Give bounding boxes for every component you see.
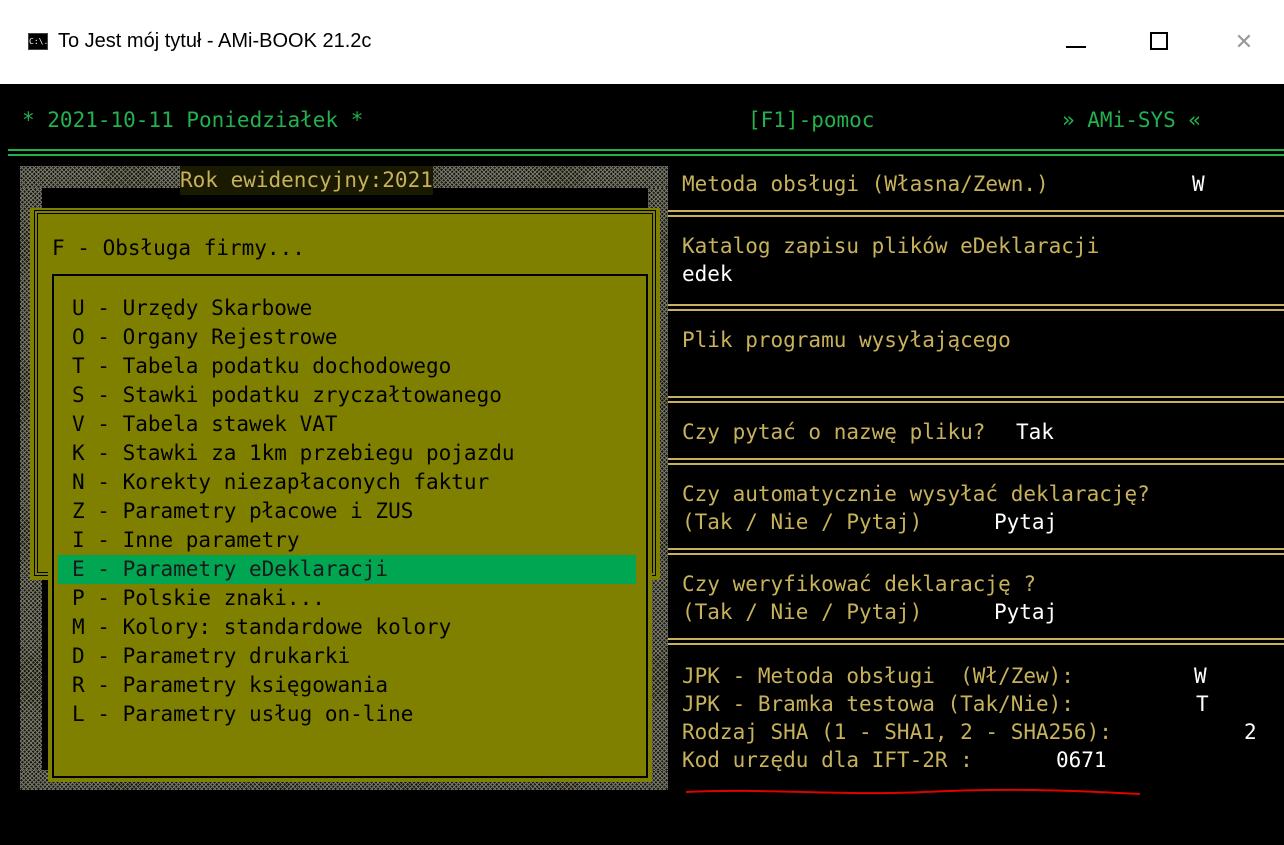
window-title: To Jest mój tytuł - AMi-BOOK 21.2c bbox=[58, 30, 372, 52]
auto-send-label: Czy automatycznie wysyłać deklarację? bbox=[682, 482, 1150, 506]
menu-item[interactable]: U - Urzędy Skarbowe bbox=[58, 294, 312, 323]
help-hint[interactable]: [F1]-pomoc bbox=[748, 106, 874, 135]
close-button[interactable]: ✕ bbox=[1214, 18, 1274, 66]
maximize-icon bbox=[1150, 32, 1168, 50]
sha-label: Rodzaj SHA (1 - SHA1, 2 - SHA256): bbox=[682, 720, 1112, 744]
console-window: C:\. To Jest mój tytuł - AMi-BOOK 21.2c … bbox=[0, 0, 1284, 845]
divider-3 bbox=[668, 396, 1284, 403]
menu-item[interactable]: S - Stawki podatku zryczałtowanego bbox=[58, 381, 502, 410]
header-divider bbox=[8, 149, 1284, 156]
terminal-area: * 2021-10-11 Poniedziałek * [F1]-pomoc »… bbox=[8, 84, 1284, 845]
verify-value[interactable]: Pytaj bbox=[994, 598, 1057, 627]
close-icon: ✕ bbox=[1234, 29, 1254, 54]
menu-item[interactable]: M - Kolory: standardowe kolory bbox=[58, 613, 451, 642]
catalog-label: Katalog zapisu plików eDeklaracji bbox=[682, 234, 1100, 258]
verify-options: (Tak / Nie / Pytaj) bbox=[682, 600, 923, 624]
divider-2 bbox=[668, 304, 1284, 311]
red-underline-annotation bbox=[685, 788, 1141, 795]
title-bar[interactable]: C:\. To Jest mój tytuł - AMi-BOOK 21.2c … bbox=[0, 0, 1284, 84]
auto-send-value[interactable]: Pytaj bbox=[994, 508, 1057, 537]
menu-item[interactable]: N - Korekty niezapłaconych faktur bbox=[58, 468, 489, 497]
method-label: Metoda obsługi (Własna/Zewn.) bbox=[682, 172, 1049, 196]
console-app-icon: C:\. bbox=[28, 33, 48, 50]
minimize-icon bbox=[1066, 46, 1086, 48]
year-label: Rok ewidencyjny:2021 bbox=[180, 166, 433, 195]
divider-4 bbox=[668, 458, 1284, 465]
catalog-value[interactable]: edek bbox=[682, 260, 733, 289]
submenu-title[interactable]: F - Obsługa firmy... bbox=[52, 234, 305, 263]
menu-item[interactable]: T - Tabela podatku dochodowego bbox=[58, 352, 451, 381]
auto-send-options: (Tak / Nie / Pytaj) bbox=[682, 510, 923, 534]
verify-label: Czy weryfikować deklarację ? bbox=[682, 572, 1037, 596]
menu-item[interactable]: E - Parametry eDeklaracji bbox=[58, 555, 636, 584]
sender-label: Plik programu wysyłającego bbox=[682, 328, 1011, 352]
office-code-value[interactable]: 0671 bbox=[1056, 746, 1107, 775]
divider-6 bbox=[668, 638, 1284, 645]
jpk-method-value[interactable]: W bbox=[1194, 662, 1207, 691]
ask-filename-label: Czy pytać o nazwę pliku? bbox=[682, 420, 986, 444]
minimize-button[interactable] bbox=[1046, 18, 1106, 66]
menu-item[interactable]: Z - Parametry płacowe i ZUS bbox=[58, 497, 413, 526]
menu-item[interactable]: R - Parametry księgowania bbox=[58, 671, 388, 700]
office-code-label: Kod urzędu dla IFT-2R : bbox=[682, 748, 973, 772]
ask-filename-value[interactable]: Tak bbox=[1016, 418, 1054, 447]
maximize-button[interactable] bbox=[1130, 18, 1190, 66]
menu-item[interactable]: O - Organy Rejestrowe bbox=[58, 323, 338, 352]
menu-item[interactable]: P - Polskie znaki... bbox=[58, 584, 325, 613]
sha-value[interactable]: 2 bbox=[1244, 718, 1257, 747]
menu-item[interactable]: V - Tabela stawek VAT bbox=[58, 410, 338, 439]
menu-item[interactable]: L - Parametry usług on-line bbox=[58, 700, 413, 729]
menu-item[interactable]: D - Parametry drukarki bbox=[58, 642, 350, 671]
header-date: * 2021-10-11 Poniedziałek * bbox=[22, 108, 364, 132]
menu-item[interactable]: I - Inne parametry bbox=[58, 526, 300, 555]
jpk-method-label: JPK - Metoda obsługi (Wł/Zew): bbox=[682, 664, 1074, 688]
menu-item[interactable]: K - Stawki za 1km przebiegu pojazdu bbox=[58, 439, 515, 468]
divider-5 bbox=[668, 548, 1284, 555]
jpk-gate-value[interactable]: T bbox=[1196, 690, 1209, 719]
method-value[interactable]: W bbox=[1192, 170, 1205, 199]
divider-1 bbox=[668, 210, 1284, 217]
jpk-gate-label: JPK - Bramka testowa (Tak/Nie): bbox=[682, 692, 1074, 716]
brand-label: » AMi-SYS « bbox=[1062, 108, 1202, 132]
